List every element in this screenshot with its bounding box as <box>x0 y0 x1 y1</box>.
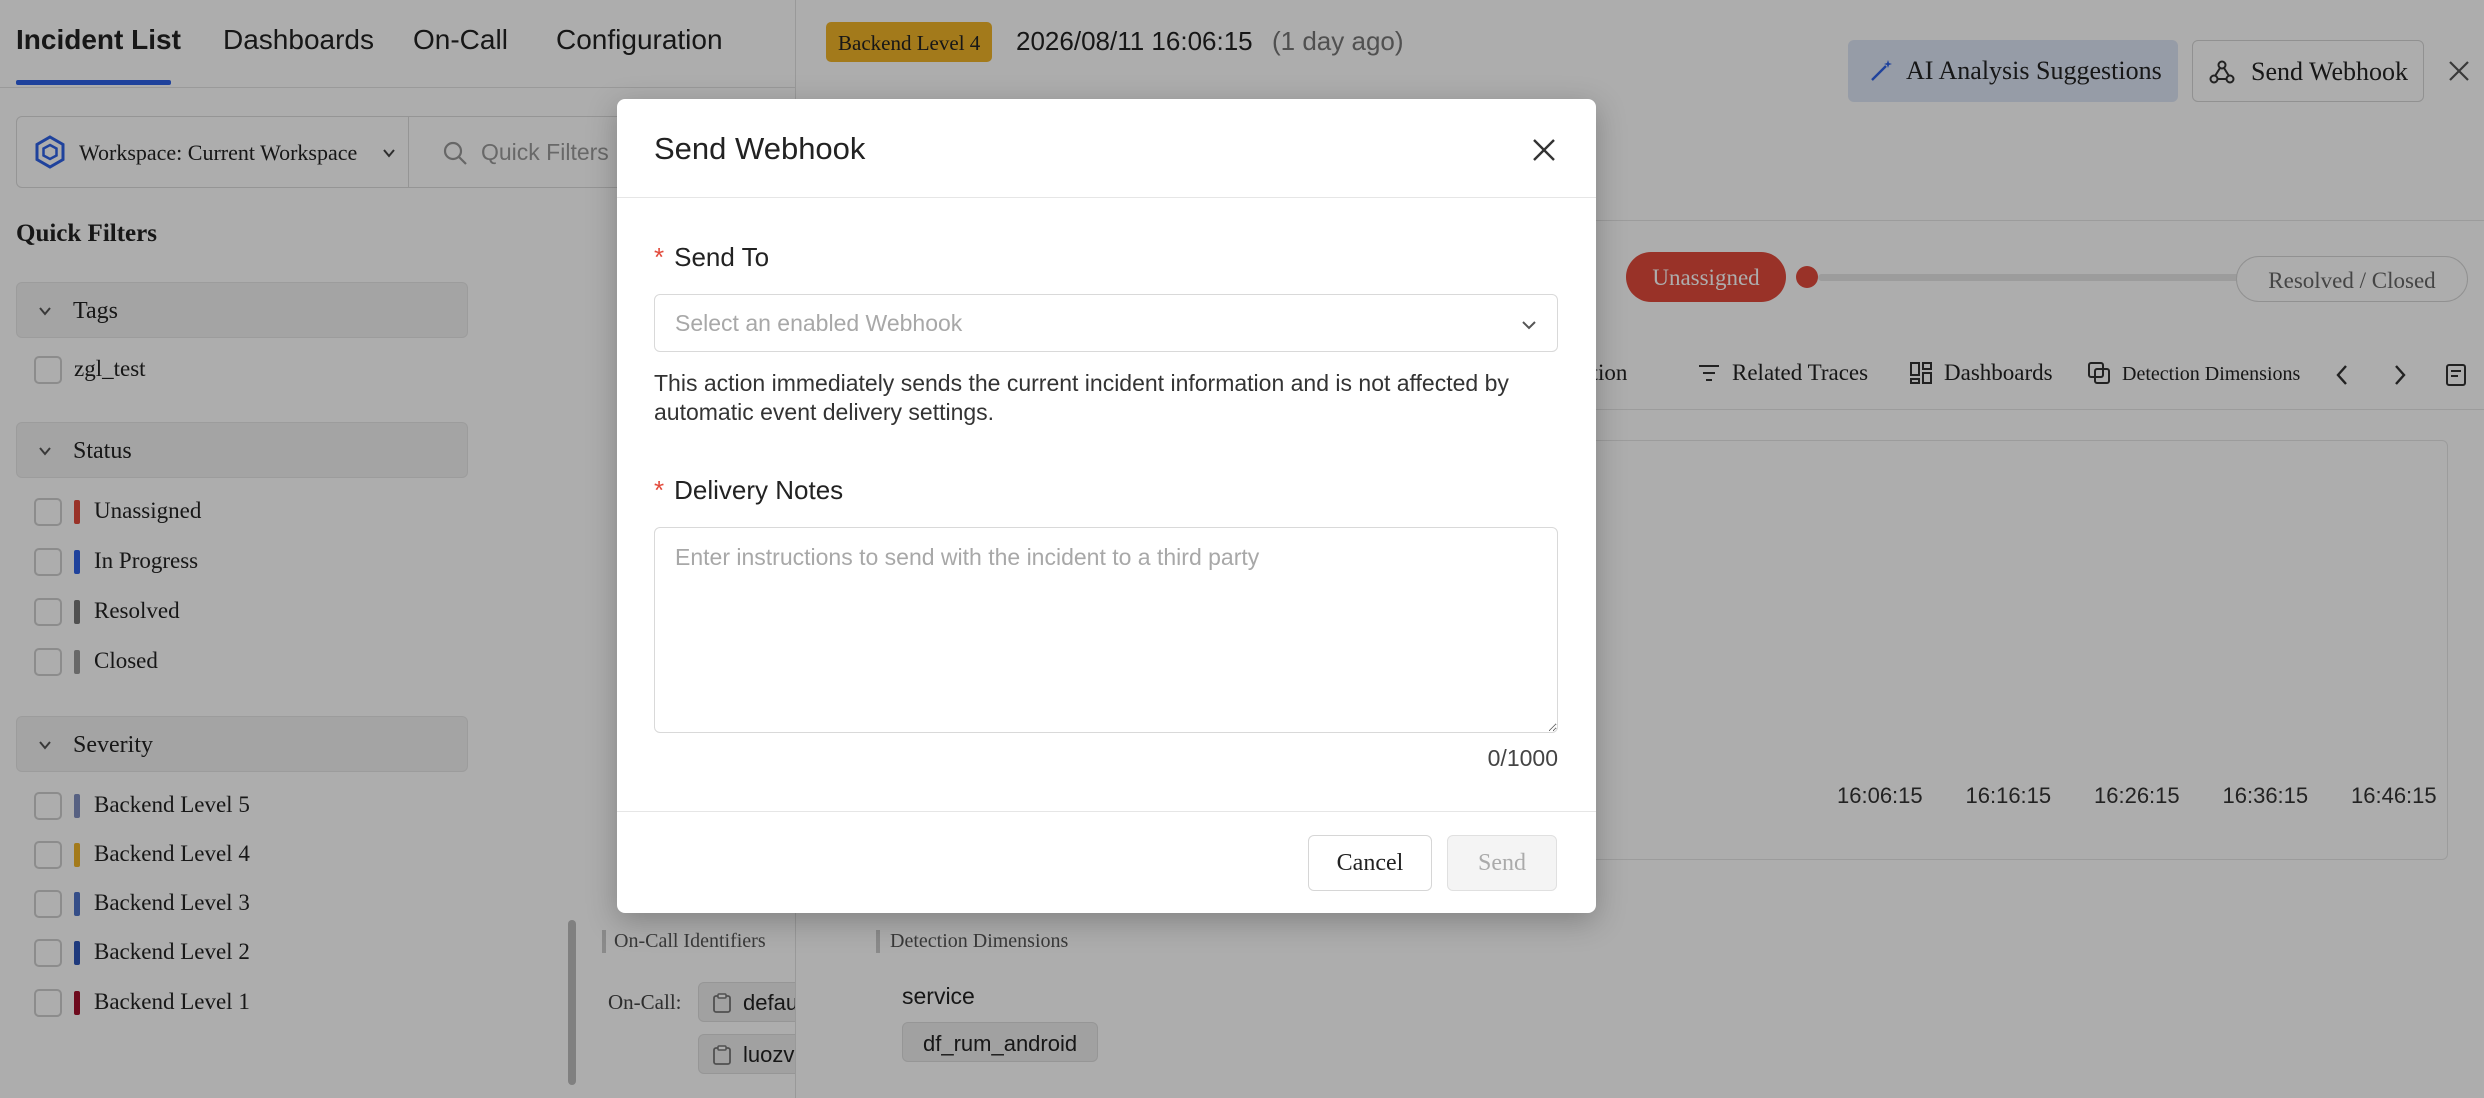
send-note: This action immediately sends the curren… <box>654 370 1509 425</box>
chevron-down-icon <box>1522 321 1536 330</box>
required-mark: * <box>654 242 665 272</box>
required-mark: * <box>654 475 665 505</box>
delivery-notes-label-text: Delivery Notes <box>674 475 844 505</box>
send-to-label-text: Send To <box>674 242 770 272</box>
divider <box>617 811 1596 812</box>
send-button[interactable]: Send <box>1447 835 1557 891</box>
delivery-notes-label: * Delivery Notes <box>654 475 843 506</box>
webhook-select-placeholder: Select an enabled Webhook <box>675 310 963 336</box>
modal-title: Send Webhook <box>654 131 866 166</box>
send-webhook-modal: Send Webhook * Send To Select an enabled … <box>617 99 1596 913</box>
webhook-select[interactable]: Select an enabled Webhook <box>654 294 1558 352</box>
close-icon[interactable] <box>1529 135 1559 165</box>
cancel-button[interactable]: Cancel <box>1308 835 1432 891</box>
character-counter: 0/1000 <box>1487 745 1558 771</box>
send-to-label: * Send To <box>654 242 769 273</box>
delivery-notes-textarea[interactable] <box>654 527 1558 733</box>
divider <box>617 197 1596 198</box>
